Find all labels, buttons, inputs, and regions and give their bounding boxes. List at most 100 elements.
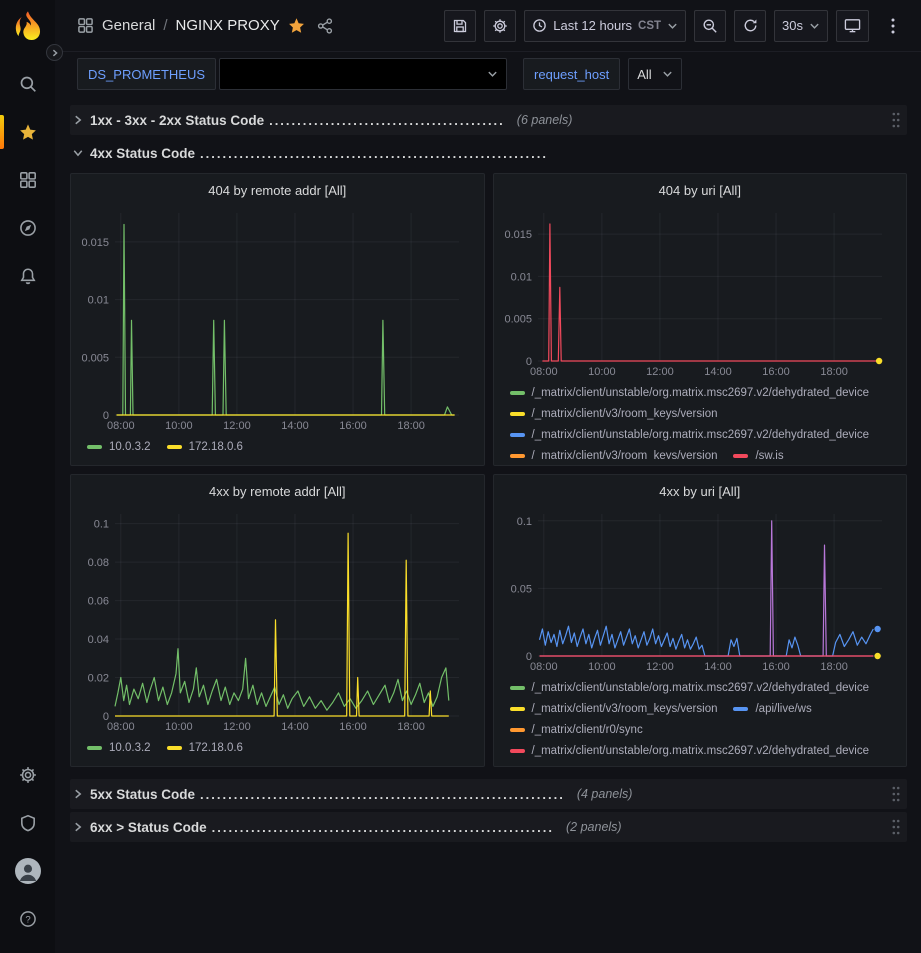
panel-404-by-remote-addr: 404 by remote addr [All] 08:0010:0012:00…	[70, 173, 485, 466]
legend-item[interactable]: 172.18.0.6	[167, 742, 243, 754]
legend-item[interactable]: /_matrix/client/v3/room_keys/version	[510, 408, 718, 420]
sidebar-item-search[interactable]	[0, 60, 55, 108]
kebab-menu-button[interactable]	[877, 10, 909, 42]
favorite-star-icon[interactable]	[288, 17, 305, 34]
row-5xx[interactable]: 5xx Status Code ........................…	[70, 779, 907, 809]
shield-icon	[19, 814, 37, 832]
svg-text:18:00: 18:00	[397, 721, 425, 733]
display-mode-button[interactable]	[836, 10, 869, 42]
datasource-select[interactable]	[219, 58, 507, 90]
dashboard-canvas: 1xx - 3xx - 2xx Status Code ............…	[55, 96, 921, 953]
row-1xx-3xx-2xx[interactable]: 1xx - 3xx - 2xx Status Code ............…	[70, 105, 907, 135]
legend-series-color	[510, 749, 525, 753]
kebab-icon	[890, 17, 896, 35]
share-icon[interactable]	[317, 18, 333, 34]
timeseries-plot[interactable]: 08:0010:0012:0014:0016:0018:0000.0050.01…	[504, 203, 896, 381]
request-host-value: All	[637, 67, 651, 82]
zoom-out-button[interactable]	[694, 10, 726, 42]
legend-item[interactable]: /_matrix/client/v3/room_keys/version	[510, 450, 718, 460]
svg-text:18:00: 18:00	[397, 420, 425, 432]
time-range-picker[interactable]: Last 12 hours CST	[524, 10, 686, 42]
breadcrumb-section[interactable]: General	[102, 17, 155, 34]
sidebar-item-explore[interactable]	[0, 204, 55, 252]
panel-title[interactable]: 4xx by uri [All]	[504, 480, 897, 504]
legend-item[interactable]: /_matrix/client/unstable/org.matrix.msc2…	[510, 682, 870, 694]
svg-text:0: 0	[103, 410, 109, 422]
svg-text:18:00: 18:00	[820, 366, 848, 378]
legend-item[interactable]: /_matrix/client/unstable/org.matrix.msc2…	[510, 745, 870, 757]
page-title: NGINX PROXY	[176, 17, 280, 34]
chevron-down-icon	[487, 70, 498, 78]
gear-icon	[492, 18, 508, 34]
legend-item[interactable]: /_matrix/client/r0/sync	[510, 724, 643, 736]
breadcrumb-separator: /	[163, 17, 167, 34]
row-title-dots: ........................................…	[269, 113, 505, 128]
panel-title[interactable]: 404 by remote addr [All]	[81, 179, 474, 203]
row-title: 5xx Status Code	[90, 787, 195, 802]
chart-legend: /_matrix/client/unstable/org.matrix.msc2…	[504, 381, 897, 459]
datasource-label[interactable]: DS_PROMETHEUS	[77, 58, 216, 90]
drag-handle-icon[interactable]	[891, 818, 901, 836]
legend-series-label: /_matrix/client/v3/room_keys/version	[532, 408, 718, 420]
sidebar-bottom: ?	[0, 751, 55, 943]
legend-item[interactable]: /_matrix/client/v3/room_keys/version	[510, 703, 718, 715]
row-4xx[interactable]: 4xx Status Code ........................…	[70, 138, 907, 168]
request-host-select[interactable]: All	[628, 58, 681, 90]
row-panel-count: (2 panels)	[566, 820, 622, 834]
legend-series-color	[87, 746, 102, 750]
panel-title[interactable]: 404 by uri [All]	[504, 179, 897, 203]
svg-text:14:00: 14:00	[704, 366, 732, 378]
clock-icon	[532, 18, 547, 33]
refresh-button[interactable]	[734, 10, 766, 42]
grafana-logo[interactable]	[9, 8, 47, 46]
apps-icon	[77, 17, 94, 34]
timeseries-plot[interactable]: 08:0010:0012:0014:0016:0018:0000.0050.01…	[81, 203, 473, 435]
panel-404-by-uri: 404 by uri [All] 08:0010:0012:0014:0016:…	[493, 173, 908, 466]
save-icon	[452, 18, 468, 34]
legend-item[interactable]: 10.0.3.2	[87, 742, 151, 754]
dashboard-settings-button[interactable]	[484, 10, 516, 42]
legend-series-label: /_matrix/client/v3/room_keys/version	[532, 450, 718, 460]
legend-item[interactable]: 10.0.3.2	[87, 441, 151, 453]
sidebar-item-server-admin[interactable]	[0, 799, 55, 847]
sidebar-item-help[interactable]: ?	[0, 895, 55, 943]
drag-handle-icon[interactable]	[891, 785, 901, 803]
sidebar-item-alerting[interactable]	[0, 252, 55, 300]
svg-text:16:00: 16:00	[762, 661, 790, 673]
row-6xx[interactable]: 6xx > Status Code ......................…	[70, 812, 907, 842]
sidebar-item-starred[interactable]	[0, 108, 55, 156]
legend-item[interactable]: /api/live/ws	[733, 703, 811, 715]
sidebar-item-profile[interactable]	[0, 847, 55, 895]
refresh-interval-select[interactable]: 30s	[774, 10, 828, 42]
svg-text:16:00: 16:00	[339, 721, 367, 733]
save-dashboard-button[interactable]	[444, 10, 476, 42]
svg-text:0: 0	[103, 711, 109, 723]
svg-text:0.005: 0.005	[504, 314, 532, 326]
legend-row: /_matrix/client/unstable/org.matrix.msc2…	[510, 424, 897, 445]
chevron-down-icon	[809, 22, 820, 30]
svg-text:16:00: 16:00	[339, 420, 367, 432]
legend-row: /_matrix/client/unstable/org.matrix.msc2…	[510, 677, 897, 698]
sidebar-item-dashboards[interactable]	[0, 156, 55, 204]
legend-item[interactable]: /_matrix/client/unstable/org.matrix.msc2…	[510, 387, 870, 399]
legend-item[interactable]: 172.18.0.6	[167, 441, 243, 453]
svg-text:16:00: 16:00	[762, 366, 790, 378]
legend-series-label: 172.18.0.6	[189, 441, 243, 453]
sidebar-expand-button[interactable]	[46, 44, 63, 61]
svg-text:0: 0	[525, 356, 531, 368]
legend-row: /_matrix/client/v3/room_keys/version/api…	[510, 698, 897, 719]
svg-text:0: 0	[525, 651, 531, 663]
timeseries-plot[interactable]: 08:0010:0012:0014:0016:0018:0000.020.040…	[81, 504, 473, 736]
svg-text:08:00: 08:00	[107, 721, 135, 733]
chevron-down-icon	[662, 70, 673, 78]
request-host-label[interactable]: request_host	[523, 58, 620, 90]
sidebar-item-settings[interactable]	[0, 751, 55, 799]
legend-item[interactable]: /_matrix/client/unstable/org.matrix.msc2…	[510, 429, 870, 441]
legend-item[interactable]: /sw.js	[733, 450, 783, 460]
panel-title[interactable]: 4xx by remote addr [All]	[81, 480, 474, 504]
chevron-right-icon	[72, 788, 84, 800]
timeseries-plot[interactable]: 08:0010:0012:0014:0016:0018:0000.050.1	[504, 504, 896, 676]
svg-text:0.1: 0.1	[94, 519, 109, 531]
drag-handle-icon[interactable]	[891, 111, 901, 129]
legend-series-color	[510, 412, 525, 416]
